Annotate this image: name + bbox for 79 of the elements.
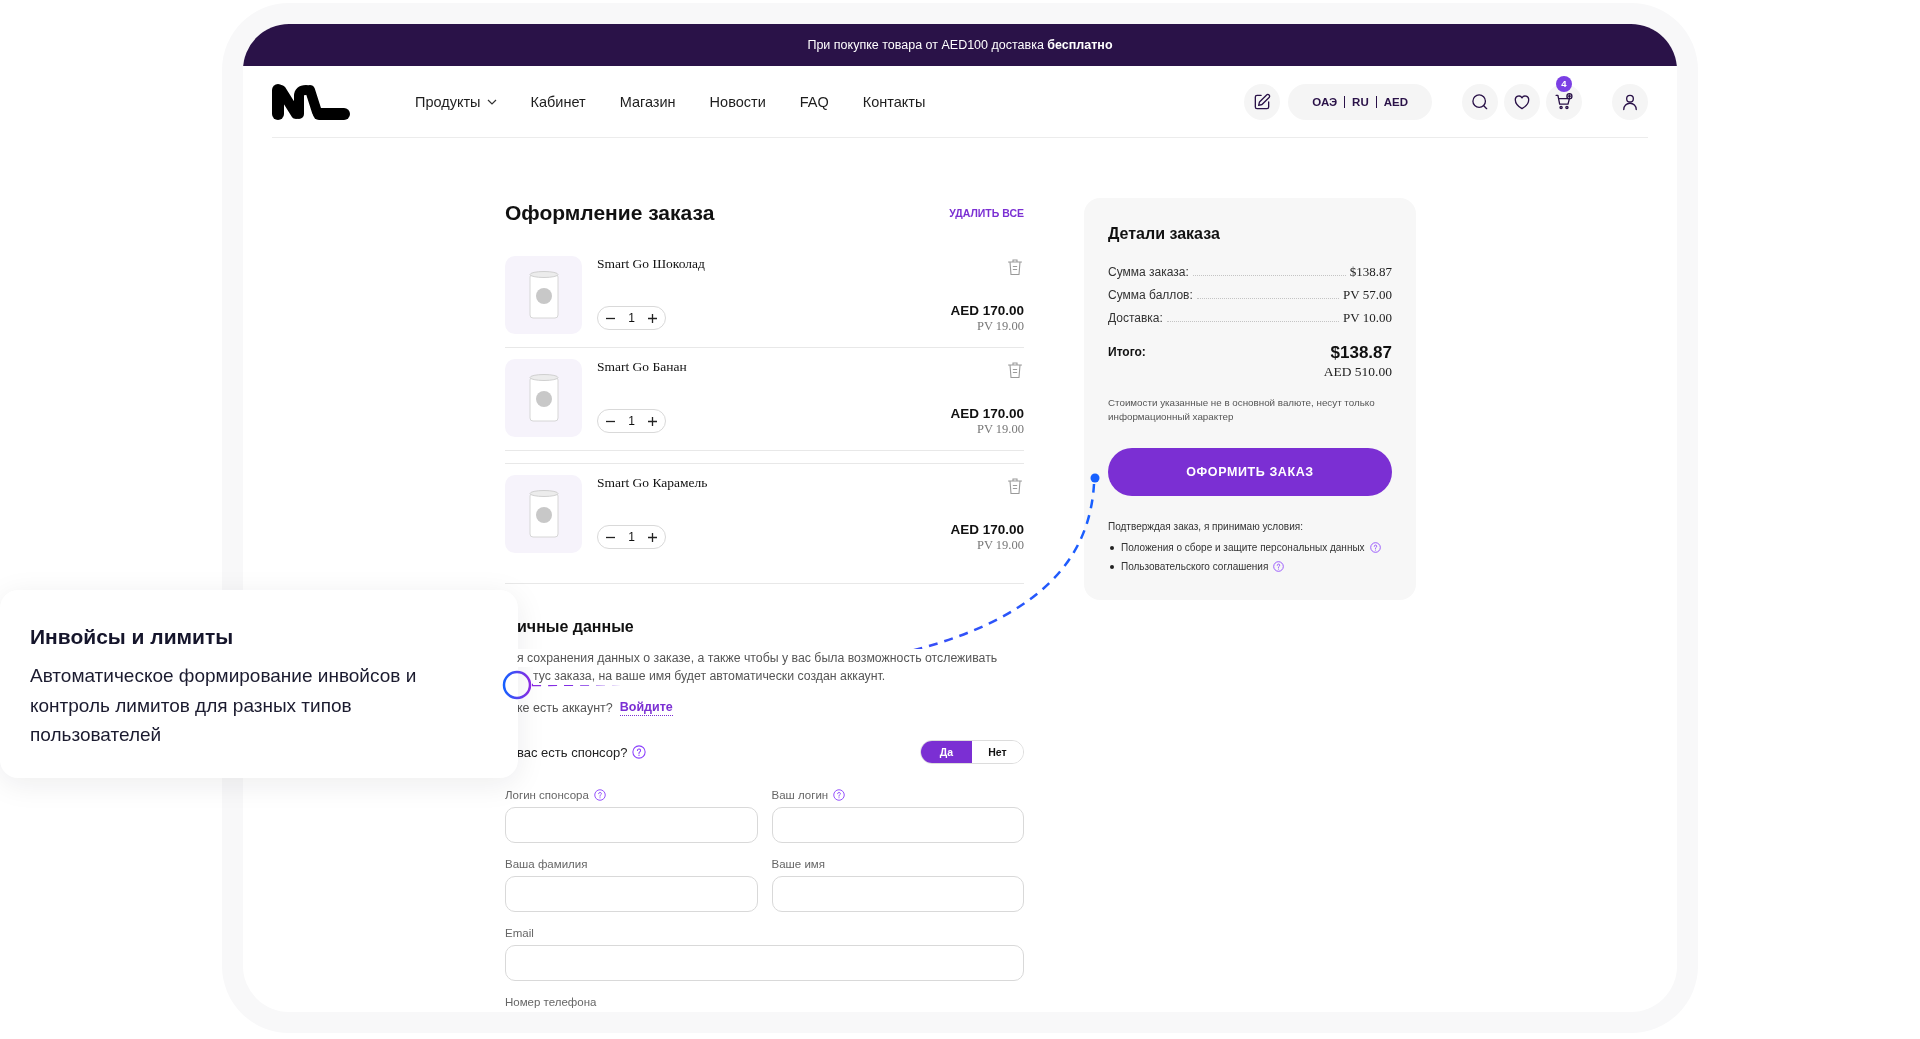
quantity-value: 1: [628, 530, 635, 544]
quantity-value: 1: [628, 311, 635, 325]
field-label: Ваш логин: [771, 789, 829, 801]
trash-icon[interactable]: [1007, 477, 1023, 495]
total-label: Итого:: [1108, 345, 1146, 361]
chevron-down-icon: [486, 98, 497, 105]
toggle-option[interactable]: Да: [921, 741, 972, 763]
account-prompt: ке есть аккаунт?: [517, 700, 613, 717]
cart-count-badge: 4: [1556, 75, 1572, 92]
login-link[interactable]: Войдите: [619, 700, 673, 716]
locale-currency-selector[interactable]: ОАЭ RU AED: [1288, 83, 1432, 120]
product-points: PV 19.00: [976, 319, 1024, 334]
help-icon[interactable]: [833, 789, 846, 801]
brand-logo[interactable]: [272, 83, 350, 120]
terms-link[interactable]: Положения о сборе и защите персональных данных: [1121, 542, 1365, 553]
plus-icon[interactable]: [647, 415, 658, 427]
total-secondary-value: AED 510.00: [1323, 363, 1392, 381]
summary-value: PV 57.00: [1343, 287, 1392, 303]
help-icon[interactable]: [632, 745, 647, 759]
ring-marker-icon: [502, 670, 532, 700]
input-field[interactable]: [505, 876, 758, 912]
product-price: AED 170.00: [950, 406, 1024, 422]
field-label: Номер телефона: [505, 996, 597, 1008]
currency-note: Стоимости указанные не в основной валюте, несут только информационный характер: [1108, 396, 1376, 424]
summary-label: Доставка:: [1108, 311, 1163, 325]
quantity-value: 1: [628, 414, 635, 428]
summary-value: $138.87: [1349, 264, 1392, 280]
field-label: Логин спонсора: [505, 789, 589, 801]
terms-intro: Подтверждая заказ, я принимаю условия:: [1108, 521, 1304, 532]
input-field[interactable]: [505, 807, 758, 843]
nav-link[interactable]: Продукты: [415, 93, 497, 110]
delete-all-link[interactable]: УДАЛИТЬ ВСЕ: [949, 206, 1024, 219]
product-points: PV 19.00: [976, 422, 1024, 437]
summary-label: Сумма заказа:: [1108, 265, 1189, 279]
summary-value: PV 10.00: [1343, 310, 1392, 326]
terms-link[interactable]: Пользовательского соглашения: [1121, 561, 1269, 572]
trash-icon[interactable]: [1007, 361, 1023, 379]
product-name[interactable]: Smart Go Шоколад: [597, 256, 705, 272]
callout-title: Инвойсы и лимиты: [30, 625, 235, 649]
product-price: AED 170.00: [950, 522, 1024, 538]
callout-text: Автоматическое формирование инвойсов и контроль лимитов для разных типов пользователей: [30, 664, 418, 747]
promo-text: При покупке товара от AED100 доставка бесплатно: [807, 38, 1113, 52]
section-title: ичные данные: [517, 617, 635, 636]
bullet-icon: [1110, 545, 1114, 550]
wishlist-button[interactable]: [1504, 83, 1540, 120]
cart-icon: [1554, 91, 1574, 112]
panel-title: Детали заказа: [1108, 224, 1221, 244]
total-value: $138.87: [1330, 343, 1392, 363]
field-label: Ваша фамилия: [505, 858, 588, 870]
search-icon: [1470, 91, 1490, 112]
sponsor-question: вас есть спонсор?: [517, 744, 628, 760]
page-title: Оформление заказа: [505, 200, 715, 225]
search-button[interactable]: [1462, 83, 1498, 120]
field-label: Email: [505, 927, 534, 939]
nav-link[interactable]: Контакты: [862, 93, 926, 110]
account-button[interactable]: [1612, 83, 1648, 120]
input-field[interactable]: [771, 876, 1024, 912]
nav-link[interactable]: Магазин: [619, 93, 676, 110]
plus-icon[interactable]: [647, 312, 658, 324]
plus-icon[interactable]: [647, 531, 658, 543]
nav-link[interactable]: Кабинет: [530, 93, 586, 110]
nav-link[interactable]: Новости: [709, 93, 766, 110]
help-icon[interactable]: [1273, 561, 1285, 572]
product-points: PV 19.00: [976, 538, 1024, 553]
bullet-icon: [1110, 564, 1114, 569]
nav-link[interactable]: FAQ: [799, 93, 829, 110]
input-field[interactable]: [505, 945, 1024, 981]
help-icon[interactable]: [593, 789, 606, 801]
summary-label: Сумма баллов:: [1108, 288, 1193, 302]
product-price: AED 170.00: [950, 303, 1024, 319]
pencil-square-icon: [1252, 91, 1273, 112]
help-icon[interactable]: [1369, 542, 1381, 553]
product-name[interactable]: Smart Go Банан: [597, 359, 687, 375]
field-label: Ваше имя: [771, 858, 825, 870]
input-field[interactable]: [771, 807, 1024, 843]
trash-icon[interactable]: [1007, 258, 1023, 276]
dot-marker-icon: [1090, 473, 1100, 483]
place-order-button[interactable]: ОФОРМИТЬ ЗАКАЗ: [1108, 448, 1392, 496]
product-name[interactable]: Smart Go Карамель: [597, 475, 708, 491]
